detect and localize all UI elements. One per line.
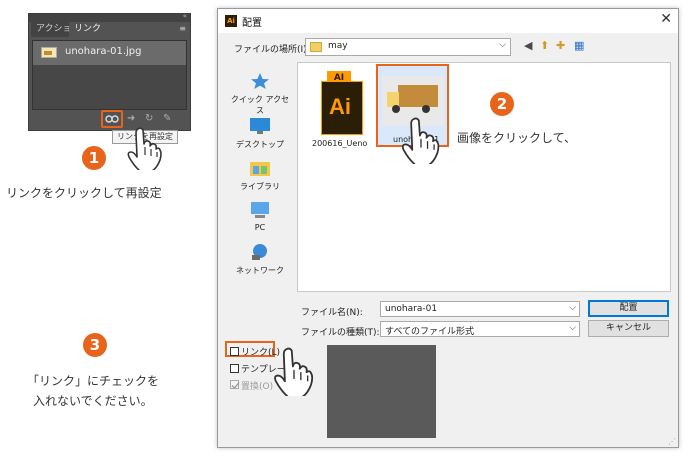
hand-cursor-icon: [401, 117, 440, 164]
place-label: デスクトップ: [236, 140, 284, 149]
file-type-value: すべてのファイル形式: [385, 327, 475, 337]
step-2-caption: 画像をクリックして、: [457, 131, 577, 145]
truck-cargo: [398, 85, 438, 107]
checkbox-box: [230, 380, 240, 389]
library-icon: [249, 159, 271, 177]
step-1-caption: リンクをクリックして再設定: [6, 186, 162, 200]
back-icon[interactable]: ◀: [524, 39, 532, 52]
checkbox-box: [230, 364, 239, 373]
chevron-down-icon: ⌵: [569, 303, 576, 313]
step-3-caption-line1: 「リンク」にチェックを: [27, 374, 160, 388]
place-label: クイック アクセス: [230, 95, 290, 115]
place-label: ネットワーク: [236, 266, 284, 275]
dialog-titlebar: Ai 配置 ✕: [218, 9, 678, 33]
links-list: unohara-01.jpg: [32, 40, 187, 110]
checkbox-box: [230, 347, 239, 356]
illustrator-file-icon: Ai: [321, 81, 363, 135]
cancel-button[interactable]: キャンセル: [588, 320, 669, 337]
file-type-label: ファイルの種類(T):: [301, 328, 380, 338]
replace-checkbox-label: 置換(O): [241, 382, 274, 392]
resize-grip-icon[interactable]: ⋰: [668, 437, 676, 446]
star-icon: [249, 72, 271, 90]
relink-icon: [105, 115, 119, 123]
location-value: may: [328, 41, 348, 51]
truck-wheel: [392, 105, 400, 113]
hand-cursor-icon: [127, 127, 162, 170]
place-quick-access[interactable]: クイック アクセス: [228, 72, 292, 116]
up-folder-icon[interactable]: ⬆: [540, 39, 549, 52]
place-pc[interactable]: PC: [228, 201, 292, 232]
place-libraries[interactable]: ライブラリ: [228, 159, 292, 192]
location-label: ファイルの場所(I):: [234, 45, 310, 55]
panel-topbar: «: [29, 12, 190, 22]
chevron-down-icon: ⌵: [569, 323, 576, 333]
close-icon[interactable]: ✕: [660, 11, 672, 27]
link-row[interactable]: unohara-01.jpg: [33, 41, 186, 65]
place-label: ライブラリ: [240, 182, 280, 191]
go-to-link-icon[interactable]: ➜: [127, 113, 135, 124]
step-3-badge: 3: [83, 333, 107, 357]
folder-icon: [310, 42, 322, 52]
panel-collapse-icon[interactable]: «: [183, 12, 187, 20]
place-desktop[interactable]: デスクトップ: [228, 117, 292, 150]
file-name-input[interactable]: unohara-01 ⌵: [380, 301, 580, 317]
update-link-icon[interactable]: ↻: [145, 113, 153, 124]
file-type-select[interactable]: すべてのファイル形式 ⌵: [380, 321, 580, 337]
dialog-title: 配置: [242, 18, 262, 29]
links-toolbar: ➜ ↻ ✎: [29, 110, 190, 130]
places-bar: クイック アクセス デスクトップ ライブラリ PC ネットワーク: [228, 62, 292, 292]
illustrator-app-icon: Ai: [225, 15, 237, 27]
step-2-badge: 2: [490, 92, 514, 116]
step-1-badge: 1: [82, 146, 106, 170]
hand-cursor-icon: [274, 347, 314, 396]
links-panel: « アクション リンク ≡ unohara-01.jpg ➜ ↻ ✎: [28, 12, 191, 131]
place-network[interactable]: ネットワーク: [228, 243, 292, 276]
tab-links[interactable]: リンク: [69, 22, 107, 37]
file-name-value: unohara-01: [385, 304, 438, 314]
edit-original-icon[interactable]: ✎: [163, 113, 171, 124]
check-icon: [231, 382, 240, 389]
place-label: PC: [254, 223, 266, 232]
new-folder-icon[interactable]: ✚: [556, 39, 565, 52]
desktop-icon: [249, 117, 271, 135]
image-preview: [327, 345, 436, 438]
pc-icon: [249, 201, 271, 219]
step-3-caption-line2: 入れないでください。: [33, 394, 153, 408]
ai-icon-text: Ai: [329, 94, 351, 119]
network-icon: [249, 243, 271, 261]
link-file-name: unohara-01.jpg: [65, 46, 142, 57]
file-list: AI Ai 200616_Ueno unohara-01: [297, 62, 671, 292]
view-menu-icon[interactable]: ▦: [574, 39, 584, 52]
replace-checkbox: 置換(O): [230, 379, 273, 392]
ai-file-name: 200616_Ueno: [312, 139, 368, 148]
location-combobox[interactable]: may ⌵: [305, 38, 511, 56]
place-button[interactable]: 配置: [588, 300, 669, 317]
truck-wheel: [422, 105, 430, 113]
chevron-down-icon: ⌵: [499, 40, 506, 50]
panel-menu-icon[interactable]: ≡: [179, 24, 186, 33]
relink-button[interactable]: [101, 110, 123, 128]
link-thumbnail: [41, 47, 57, 58]
file-name-label: ファイル名(N):: [301, 308, 363, 318]
ai-file-item[interactable]: AI Ai: [321, 71, 363, 135]
